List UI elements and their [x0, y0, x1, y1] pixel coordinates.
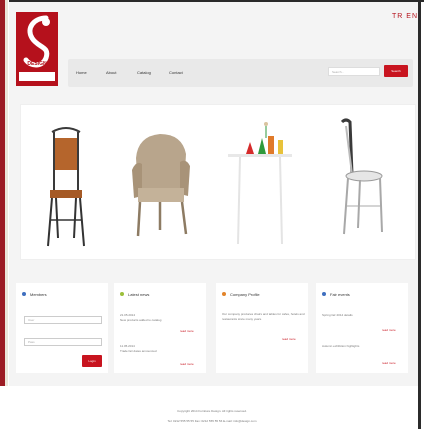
news-item: 21.05.2014 New products added to catalog [120, 313, 206, 323]
event-text: Autumn exhibition highlights [322, 344, 360, 348]
news-item: 11.05.2014 Trade fair dates announced [120, 344, 206, 354]
event-read-more-link[interactable]: read more [382, 328, 396, 332]
members-bullet-icon [22, 292, 26, 296]
events-title: Fair events [330, 292, 350, 297]
top-border [9, 0, 424, 2]
flag-en[interactable]: EN [406, 13, 418, 20]
event-text: Spring fair 2014 details [322, 313, 353, 317]
logo[interactable] [16, 12, 58, 86]
language-switcher[interactable]: TR EN [392, 13, 418, 20]
login-button[interactable]: Login [82, 355, 102, 367]
company-read-more-link[interactable]: read more [282, 337, 296, 341]
product-chair-metal[interactable] [44, 124, 88, 248]
news-text: Trade fair dates announced [120, 349, 157, 353]
news-title: Latest news [128, 292, 150, 297]
footer-contact: Tel: 0212 555 55 55 Fax: 0212 555 55 56 … [167, 419, 257, 423]
right-border [418, 0, 421, 429]
event-read-more-link[interactable]: read more [382, 361, 396, 365]
news-read-more-link[interactable]: read more [180, 362, 194, 366]
nav-item-catalog[interactable]: Catalog [137, 70, 151, 75]
footer-copyright: Copyright 2014 Furniture Design. All rig… [177, 409, 247, 413]
product-chair-bistro[interactable] [332, 118, 384, 236]
left-accent-strip-light [5, 0, 8, 386]
search-input[interactable]: Search... [328, 67, 380, 76]
nav-item-home[interactable]: Home [76, 70, 87, 75]
logo-mark-icon [19, 15, 55, 81]
product-armchair-rattan[interactable] [130, 130, 192, 240]
events-bullet-icon [322, 292, 326, 296]
news-bullet-icon [120, 292, 124, 296]
login-title: Members [30, 292, 47, 297]
password-field[interactable]: Pass [24, 338, 102, 346]
logo-text: DESIGN [27, 61, 47, 67]
company-bullet-icon [222, 292, 226, 296]
username-field[interactable]: User [24, 316, 102, 324]
flag-tr[interactable]: TR [392, 13, 403, 20]
company-title: Company Profile [230, 292, 260, 297]
news-read-more-link[interactable]: read more [180, 329, 194, 333]
company-text: Our company produces chairs and tables f… [222, 312, 305, 321]
nav-item-contact[interactable]: Contact [169, 70, 183, 75]
search-button[interactable]: Search [384, 65, 408, 77]
product-table-vases[interactable] [228, 120, 294, 246]
nav-item-about[interactable]: About [106, 70, 116, 75]
news-text: New products added to catalog [120, 318, 162, 322]
